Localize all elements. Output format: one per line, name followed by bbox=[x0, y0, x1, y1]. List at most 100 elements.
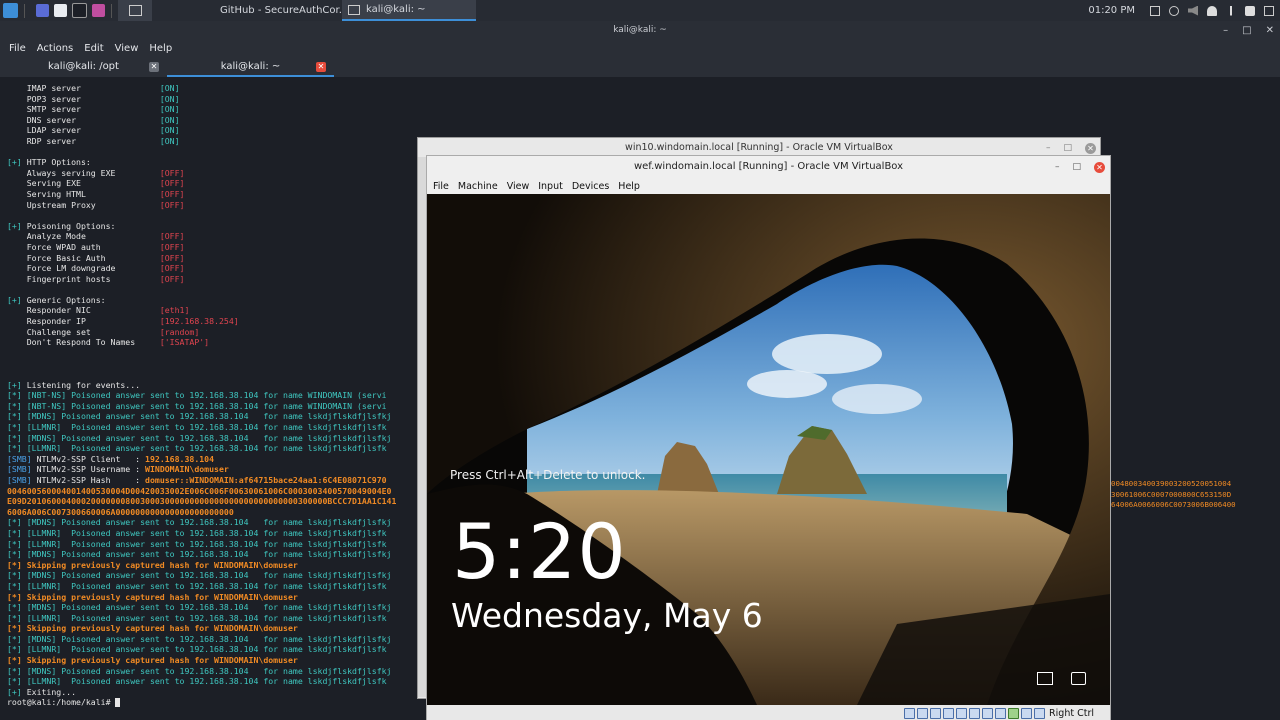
terminal-text: [*] [LLMNR] Poisoned answer sent to 192.… bbox=[7, 443, 387, 454]
lock-date: Wednesday, May 6 bbox=[451, 596, 763, 635]
minimize-icon[interactable]: – bbox=[1055, 156, 1060, 178]
browser-launcher-icon[interactable] bbox=[92, 4, 105, 17]
terminal-text: [random] bbox=[159, 326, 200, 337]
audio-icon[interactable] bbox=[930, 707, 942, 719]
terminal-line: LDAP server [ON] bbox=[7, 125, 396, 136]
terminal-line: Force Basic Auth [OFF] bbox=[7, 253, 396, 264]
vm-statusbar: Right Ctrl bbox=[427, 705, 1110, 720]
menu-actions[interactable]: Actions bbox=[37, 43, 74, 54]
kali-menu-icon[interactable] bbox=[3, 3, 18, 18]
vm-menu-view[interactable]: View bbox=[507, 181, 530, 192]
vm-menu-input[interactable]: Input bbox=[538, 181, 563, 192]
host-key-icon[interactable] bbox=[1034, 707, 1046, 719]
close-icon[interactable]: ✕ bbox=[1094, 161, 1105, 173]
terminal-text: NTLMv2-SSP Client : bbox=[36, 453, 146, 464]
file-manager-icon[interactable] bbox=[54, 4, 67, 17]
terminal-text: Responder NIC bbox=[7, 305, 160, 316]
hash-tail-line: 30061006C0007000800C653150D bbox=[1111, 489, 1232, 499]
terminal-line: [*] [MDNS] Poisoned answer sent to 192.1… bbox=[7, 634, 396, 645]
close-icon[interactable]: ✕ bbox=[1085, 142, 1096, 154]
tab-close-icon[interactable]: ✕ bbox=[316, 62, 326, 72]
vm-menu-devices[interactable]: Devices bbox=[572, 181, 609, 192]
menu-help[interactable]: Help bbox=[149, 43, 172, 54]
close-icon[interactable]: ✕ bbox=[1266, 25, 1274, 36]
optical-drive-icon[interactable] bbox=[917, 707, 929, 719]
terminal-text: Generic Options: bbox=[26, 294, 106, 305]
terminal-text: [OFF] bbox=[159, 231, 185, 242]
terminal-line: [*] [NBT-NS] Poisoned answer sent to 192… bbox=[7, 390, 396, 401]
vm-screen[interactable]: Press Ctrl+Alt+Delete to unlock. 5:20 We… bbox=[427, 194, 1110, 705]
terminal-text: [OFF] bbox=[159, 178, 185, 189]
terminal-text: [*] [LLMNR] Poisoned answer sent to 192.… bbox=[7, 644, 387, 655]
terminal-line: RDP server [ON] bbox=[7, 136, 396, 147]
host-key-label: Right Ctrl bbox=[1049, 707, 1094, 719]
workspace-switcher[interactable] bbox=[118, 0, 152, 21]
network-icon[interactable] bbox=[1169, 5, 1179, 16]
vm-window-wef[interactable]: wef.windomain.local [Running] - Oracle V… bbox=[426, 155, 1111, 720]
terminal-line: POP3 server [ON] bbox=[7, 94, 396, 105]
vm-menu-machine[interactable]: Machine bbox=[458, 181, 498, 192]
network-adapter-icon[interactable] bbox=[943, 707, 955, 719]
menu-edit[interactable]: Edit bbox=[84, 43, 103, 54]
terminal-text: ['ISATAP'] bbox=[159, 337, 210, 348]
terminal-line: [*] [LLMNR] Poisoned answer sent to 192.… bbox=[7, 528, 396, 539]
accessibility-icon[interactable] bbox=[1071, 672, 1086, 685]
menu-view[interactable]: View bbox=[115, 43, 139, 54]
terminal-cursor bbox=[115, 698, 121, 708]
vm-menubar: File Machine View Input Devices Help bbox=[427, 178, 1110, 194]
terminal-text: [*] [NBT-NS] Poisoned answer sent to 192… bbox=[7, 400, 387, 411]
terminal-line: [*] [MDNS] Poisoned answer sent to 192.1… bbox=[7, 411, 396, 422]
terminal-line: [*] [NBT-NS] Poisoned answer sent to 192… bbox=[7, 401, 396, 412]
terminal-text: [+] bbox=[7, 379, 27, 390]
terminal-lines: IMAP server [ON] POP3 server [ON] SMTP s… bbox=[7, 83, 396, 708]
task-firefox[interactable]: GitHub - SecureAuthCor... bbox=[208, 0, 342, 21]
vm-menu-help[interactable]: Help bbox=[618, 181, 640, 192]
mouse-integration-icon[interactable] bbox=[1021, 707, 1033, 719]
cpu-icon[interactable] bbox=[1008, 707, 1020, 719]
terminal-text: [eth1] bbox=[159, 305, 190, 316]
logout-icon[interactable] bbox=[1264, 5, 1274, 16]
display-icon[interactable] bbox=[1150, 5, 1160, 16]
menu-file[interactable]: File bbox=[9, 43, 26, 54]
minimize-icon[interactable]: – bbox=[1223, 25, 1228, 36]
display-icon[interactable] bbox=[982, 707, 994, 719]
terminal-text: [*] [MDNS] Poisoned answer sent to 192.1… bbox=[7, 411, 392, 422]
maximize-icon[interactable]: □ bbox=[1242, 25, 1251, 36]
terminal-text: [ON] bbox=[159, 93, 180, 104]
usb-icon[interactable] bbox=[956, 707, 968, 719]
terminal-text: [OFF] bbox=[159, 273, 185, 284]
terminal-line: [*] [LLMNR] Poisoned answer sent to 192.… bbox=[7, 644, 396, 655]
recording-icon[interactable] bbox=[995, 707, 1007, 719]
show-desktop-icon[interactable] bbox=[36, 4, 49, 17]
terminal-launcher-icon[interactable] bbox=[72, 3, 87, 18]
maximize-icon[interactable]: □ bbox=[1072, 156, 1081, 178]
clock[interactable]: 01:20 PM bbox=[1088, 5, 1135, 16]
task-firefox-label: GitHub - SecureAuthCor... bbox=[220, 5, 342, 16]
tab-close-icon[interactable]: ✕ bbox=[149, 62, 159, 72]
tab-label: kali@kali: /opt bbox=[48, 61, 119, 72]
terminal-line: [*] Skipping previously captured hash fo… bbox=[7, 560, 396, 571]
terminal-text: Force LM downgrade bbox=[7, 263, 160, 274]
terminal-text: IMAP server bbox=[7, 83, 160, 93]
hdd-icon[interactable] bbox=[904, 707, 916, 719]
tab-opt[interactable]: kali@kali: /opt ✕ bbox=[0, 57, 167, 77]
tab-home[interactable]: kali@kali: ~ ✕ bbox=[167, 57, 334, 77]
task-terminal[interactable]: kali@kali: ~ bbox=[342, 0, 476, 21]
network-icon[interactable] bbox=[1037, 672, 1053, 685]
tab-label: kali@kali: ~ bbox=[220, 61, 281, 72]
vm-menu-file[interactable]: File bbox=[433, 181, 449, 192]
terminal-line: E09D201060004000200000008003000300000000… bbox=[7, 496, 396, 507]
notifications-icon[interactable] bbox=[1207, 5, 1217, 16]
terminal-text: RDP server bbox=[7, 135, 160, 146]
power-icon[interactable] bbox=[1230, 5, 1232, 16]
terminal-line: DNS server [ON] bbox=[7, 115, 396, 126]
volume-icon[interactable] bbox=[1188, 5, 1198, 16]
terminal-line: Challenge set [random] bbox=[7, 327, 396, 338]
shared-folder-icon[interactable] bbox=[969, 707, 981, 719]
terminal-line: SMTP server [ON] bbox=[7, 104, 396, 115]
terminal-line: [*] [MDNS] Poisoned answer sent to 192.1… bbox=[7, 570, 396, 581]
lock-screen-icon[interactable] bbox=[1245, 5, 1255, 16]
